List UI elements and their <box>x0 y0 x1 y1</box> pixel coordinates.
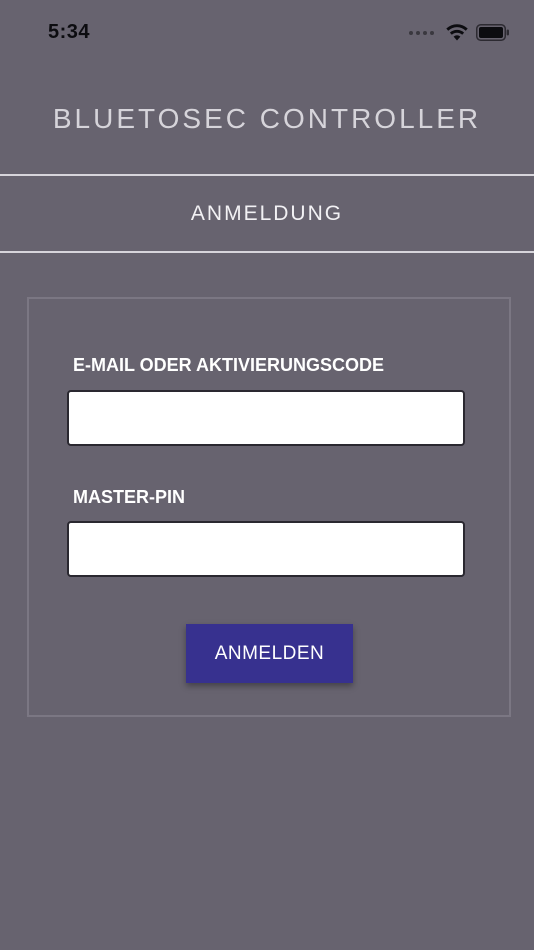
email-label: E-MAIL ODER AKTIVIERUNGSCODE <box>73 355 385 375</box>
header-divider-top <box>0 174 534 176</box>
status-icons <box>409 24 510 41</box>
login-screen: 5:34 BLUETOSEC CONTROLLER ANMELDUNG E-MA… <box>0 0 534 950</box>
master-pin-label: MASTER-PIN <box>73 487 185 507</box>
email-input[interactable] <box>67 390 465 446</box>
login-panel: E-MAIL ODER AKTIVIERUNGSCODE MASTER-PIN … <box>27 297 511 717</box>
app-title: BLUETOSEC CONTROLLER <box>52 103 482 134</box>
section-title: ANMELDUNG <box>190 202 344 225</box>
signal-dots-icon <box>409 30 434 35</box>
status-time: 5:34 <box>48 21 91 43</box>
login-button[interactable]: ANMELDEN <box>186 624 353 683</box>
master-pin-input[interactable] <box>67 521 465 577</box>
wifi-icon <box>446 24 468 41</box>
battery-icon <box>476 24 509 41</box>
header-divider-bottom <box>0 251 534 253</box>
